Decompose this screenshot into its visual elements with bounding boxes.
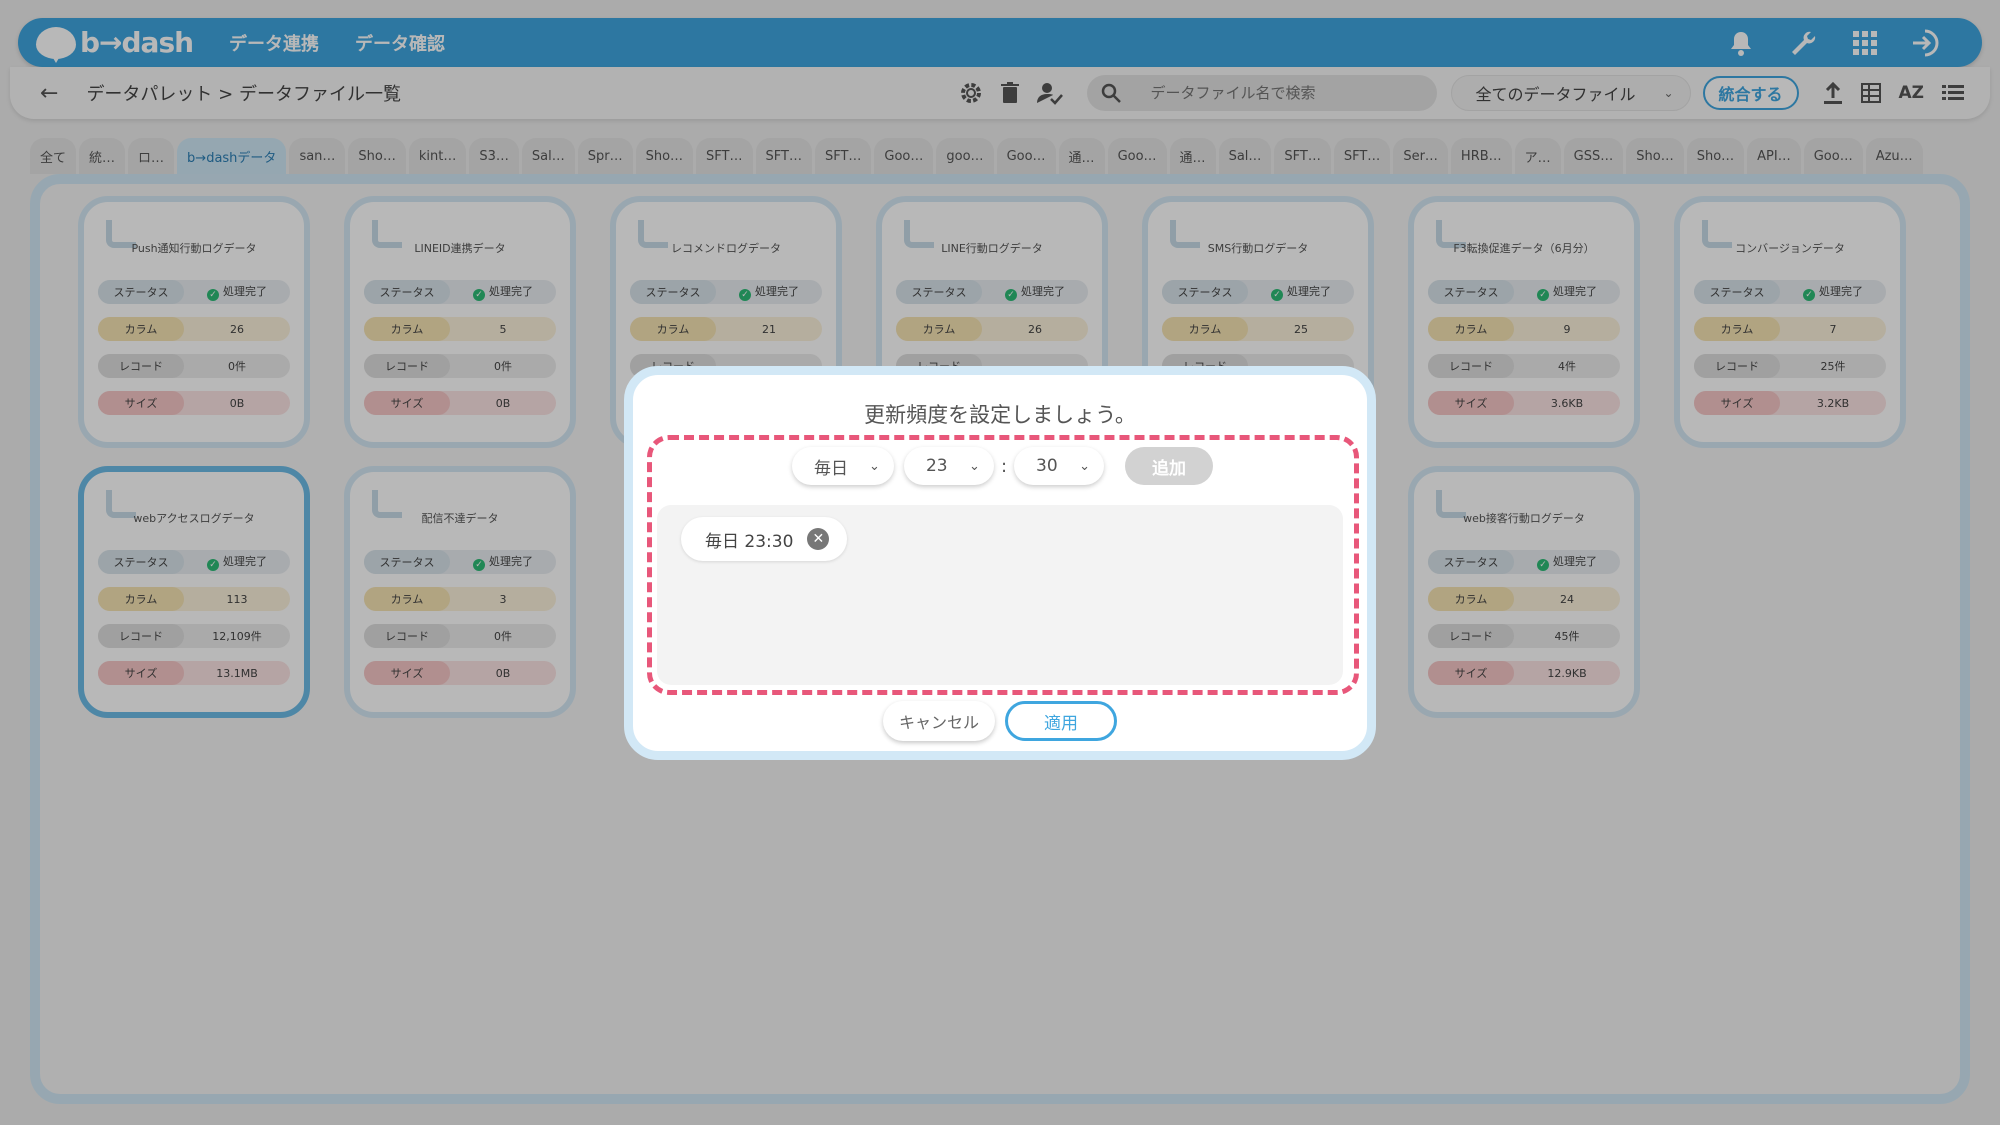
frequency-value: 毎日 <box>813 458 848 479</box>
modal-title: 更新頻度を設定しましょう。 <box>864 403 1136 427</box>
minute-select[interactable]: 30 ⌄ <box>1014 447 1105 485</box>
chevron-down-icon: ⌄ <box>969 458 980 474</box>
hour-select[interactable]: 23 ⌄ <box>903 447 994 485</box>
schedule-chip: 毎日 23:30 ✕ <box>681 517 848 561</box>
update-frequency-modal: 更新頻度を設定しましょう。 毎日 ⌄ 23 ⌄ : 30 ⌄ 追加 毎日 23:… <box>624 366 1376 760</box>
frequency-select[interactable]: 毎日 ⌄ <box>791 447 894 485</box>
minute-value: 30 <box>1036 456 1058 476</box>
schedule-list: 毎日 23:30 ✕ <box>657 505 1343 685</box>
chevron-down-icon: ⌄ <box>1079 458 1091 474</box>
schedule-chip-label: 毎日 23:30 <box>705 531 794 552</box>
apply-button[interactable]: 適用 <box>1005 701 1117 741</box>
hour-value: 23 <box>925 456 948 476</box>
time-separator: : <box>1000 455 1008 477</box>
cancel-button[interactable]: キャンセル <box>882 701 995 741</box>
chevron-down-icon: ⌄ <box>869 458 880 474</box>
remove-schedule-icon[interactable]: ✕ <box>807 528 830 550</box>
add-schedule-button[interactable]: 追加 <box>1125 447 1214 485</box>
